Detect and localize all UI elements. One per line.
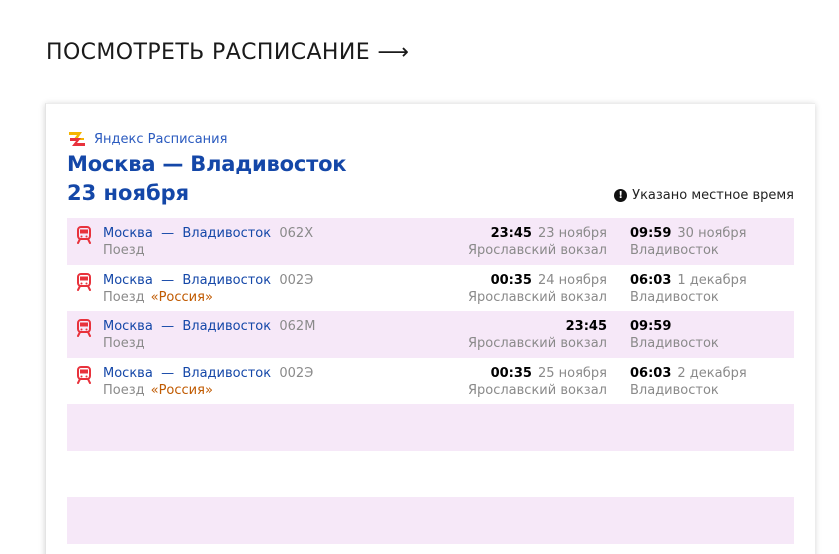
arrival-station: Владивосток <box>630 243 719 258</box>
trip-kind: Поезд «Россия» <box>103 289 213 306</box>
timezone-note-text: Указано местное время <box>632 188 794 203</box>
trip-kind-label: Поезд <box>103 382 145 398</box>
route-title: Москва — Владивосток <box>67 152 347 176</box>
exclamation-circle-icon: ! <box>614 189 628 202</box>
arrival: 09:59 30 ноября <box>630 225 746 242</box>
trip-route[interactable]: Москва — Владивосток 062М <box>103 318 315 335</box>
table-row[interactable]: Москва — Владивосток 002Э Поезд «Россия» … <box>67 358 794 405</box>
trip-route[interactable]: Москва — Владивосток 002Э <box>103 272 313 289</box>
schedule-widget: Яндекс Расписания Москва — Владивосток 2… <box>45 103 815 554</box>
route-date: 23 ноября <box>67 181 190 205</box>
trip-route[interactable]: Москва — Владивосток 062Х <box>103 225 313 242</box>
trip-kind-label: Поезд <box>103 336 145 351</box>
view-schedule-link[interactable]: ПОСМОТРЕТЬ РАСПИСАНИЕ ⟶ <box>46 40 409 65</box>
trip-number: 062М <box>279 319 316 334</box>
departure-station: Ярославский вокзал <box>467 336 607 351</box>
table-row[interactable]: Москва — Владивосток 062М Поезд 23:45 Яр… <box>67 311 794 358</box>
trip-kind: Поезд <box>103 335 145 352</box>
table-row[interactable]: Москва — Владивосток 002Э Поезд «Россия» … <box>67 265 794 312</box>
arrival-time: 09:59 <box>630 319 672 334</box>
train-icon <box>77 365 91 384</box>
yandex-rasp-logo-icon <box>69 132 85 146</box>
trip-kind-label: Поезд <box>103 243 145 258</box>
trip-from[interactable]: Москва <box>103 319 153 334</box>
trip-kind: Поезд «Россия» <box>103 382 213 399</box>
departure-time: 00:35 <box>490 365 532 381</box>
empty-row <box>67 404 794 451</box>
arrival-time: 09:59 <box>630 226 672 241</box>
trip-kind-label: Поезд <box>103 289 145 305</box>
trip-to[interactable]: Владивосток <box>182 366 271 381</box>
trip-dash: — <box>161 319 175 334</box>
arrival-station: Владивосток <box>630 289 719 305</box>
trip-number: 002Э <box>279 272 314 288</box>
departure-station: Ярославский вокзал <box>467 382 607 398</box>
arrival-date: 1 декабря <box>677 272 747 288</box>
empty-row <box>67 497 794 544</box>
arrival-station: Владивосток <box>630 336 719 351</box>
trip-from[interactable]: Москва <box>103 366 153 381</box>
trip-to[interactable]: Владивосток <box>182 319 271 334</box>
trip-number: 002Э <box>279 365 314 381</box>
arrival-station: Владивосток <box>630 382 719 398</box>
trip-from[interactable]: Москва <box>103 273 153 288</box>
arrival: 09:59 <box>630 318 671 335</box>
departure-station: Ярославский вокзал <box>467 243 607 258</box>
arrival-date: 2 декабря <box>677 365 747 381</box>
train-icon <box>77 226 91 244</box>
trip-dash: — <box>161 272 175 288</box>
departure-station: Ярославский вокзал <box>467 289 607 305</box>
trip-dash: — <box>161 226 175 241</box>
trip-route[interactable]: Москва — Владивосток 002Э <box>103 365 313 382</box>
empty-row <box>67 451 794 498</box>
departure-time: 23:45 <box>565 319 607 334</box>
train-icon <box>77 272 91 291</box>
trip-to[interactable]: Владивосток <box>182 273 271 288</box>
trip-from[interactable]: Москва <box>103 226 153 241</box>
trip-dash: — <box>161 365 175 381</box>
trip-to[interactable]: Владивосток <box>182 226 271 241</box>
train-brand-name: «Россия» <box>150 289 213 305</box>
departure: 23:45 23 ноября <box>491 225 607 242</box>
brand[interactable]: Яндекс Расписания <box>67 129 227 149</box>
departure: 23:45 <box>566 318 607 335</box>
departure: 00:35 24 ноября <box>491 272 607 289</box>
brand-name[interactable]: Яндекс Расписания <box>94 132 227 147</box>
arrival-time: 06:03 <box>630 365 672 381</box>
arrival: 06:03 1 декабря <box>630 272 747 289</box>
trip-list: Москва — Владивосток 062Х Поезд 23:45 23 … <box>67 218 794 544</box>
departure-time: 00:35 <box>490 272 532 288</box>
timezone-note: ! Указано местное время <box>614 188 794 203</box>
train-icon <box>77 319 91 337</box>
departure: 00:35 25 ноября <box>491 365 607 382</box>
departure-time: 23:45 <box>490 226 532 241</box>
arrival-time: 06:03 <box>630 272 672 288</box>
departure-date: 24 ноября <box>537 272 607 288</box>
train-brand-name: «Россия» <box>150 382 213 398</box>
arrival: 06:03 2 декабря <box>630 365 747 382</box>
trip-kind: Поезд <box>103 242 145 259</box>
table-row[interactable]: Москва — Владивосток 062Х Поезд 23:45 23 … <box>67 218 794 265</box>
departure-date: 25 ноября <box>537 365 607 381</box>
departure-date: 23 ноября <box>537 226 607 241</box>
trip-number: 062Х <box>279 226 314 241</box>
arrival-date: 30 ноября <box>677 226 747 241</box>
